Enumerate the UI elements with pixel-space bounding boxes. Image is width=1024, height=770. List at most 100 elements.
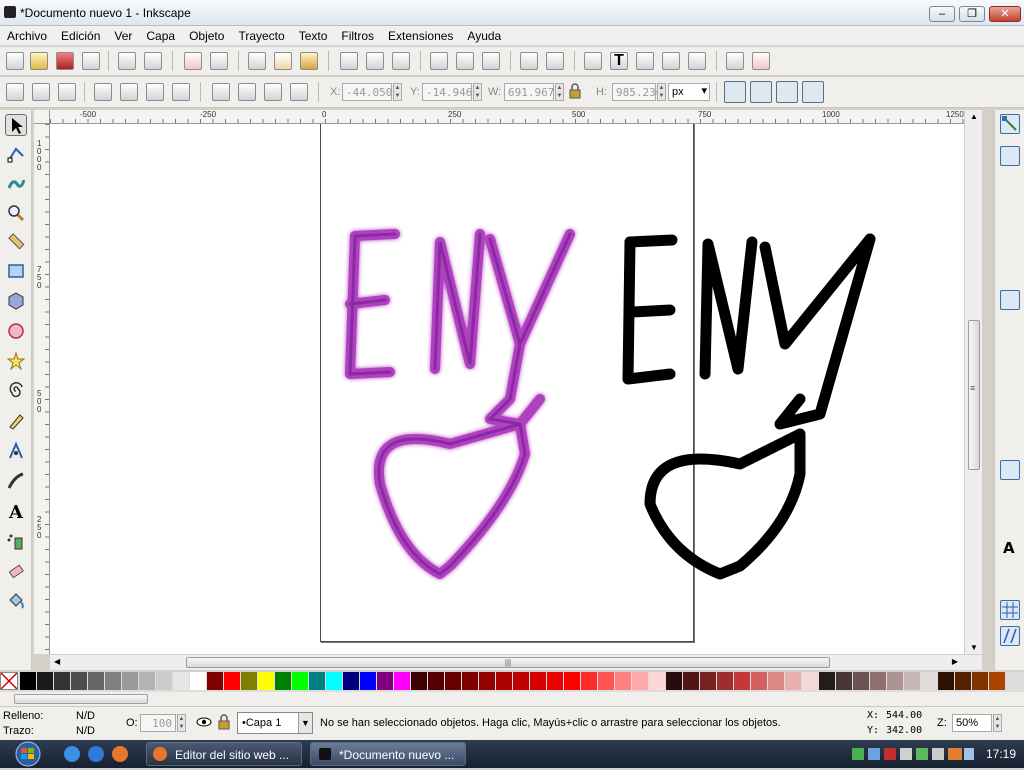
redo-icon[interactable] (210, 52, 228, 70)
close-button[interactable]: ✕ (989, 6, 1021, 22)
print-icon[interactable] (82, 52, 100, 70)
snap-text-baseline-icon[interactable] (1000, 512, 1020, 532)
no-paint-swatch[interactable] (0, 672, 18, 690)
y-spinner[interactable]: ▲ ▼ (473, 83, 482, 101)
snap-object-midpoints-icon[interactable] (1000, 460, 1020, 480)
palette-swatch[interactable] (377, 672, 393, 690)
unit-select[interactable]: px ▾ (668, 83, 710, 101)
xml-editor-icon[interactable] (662, 52, 680, 70)
snap-guides-icon[interactable] (1000, 626, 1020, 646)
palette-swatch[interactable] (802, 672, 818, 690)
palette-swatch[interactable] (105, 672, 121, 690)
menu-edicion[interactable]: Edición (54, 26, 107, 44)
palette-swatch[interactable] (207, 672, 223, 690)
flip-horizontal-icon[interactable] (146, 83, 164, 101)
palette-swatch[interactable] (309, 672, 325, 690)
palette-swatch[interactable] (598, 672, 614, 690)
taskbar-item-editor[interactable]: Editor del sitio web ... (146, 742, 302, 766)
ie-quicklaunch-2-icon[interactable] (88, 746, 104, 762)
palette-swatch[interactable] (836, 672, 852, 690)
palette-swatch[interactable] (411, 672, 427, 690)
ie-quicklaunch-icon[interactable] (64, 746, 80, 762)
horizontal-scroll-thumb[interactable]: ||| (186, 657, 830, 668)
transform-gradients-icon[interactable] (776, 81, 798, 103)
palette-swatch[interactable] (513, 672, 529, 690)
palette-swatch[interactable] (71, 672, 87, 690)
snap-line-midpoints-icon[interactable] (1000, 420, 1020, 440)
menu-capa[interactable]: Capa (139, 26, 182, 44)
transform-patterns-icon[interactable] (802, 81, 824, 103)
palette-swatch[interactable] (751, 672, 767, 690)
palette-swatch[interactable] (122, 672, 138, 690)
eraser-tool-icon[interactable] (5, 560, 27, 582)
palette-swatch[interactable] (972, 672, 988, 690)
scroll-right-icon[interactable]: ▶ (952, 657, 958, 666)
select-all-icon[interactable] (6, 83, 24, 101)
taskbar-item-inkscape[interactable]: *Documento nuevo ... (310, 742, 466, 766)
paint-bucket-tool-icon[interactable] (5, 590, 27, 612)
lock-icon[interactable] (568, 83, 586, 101)
snap-rotation-center-icon[interactable] (1000, 486, 1020, 506)
palette-swatch[interactable] (258, 672, 274, 690)
preferences-icon[interactable] (752, 52, 770, 70)
drawing-canvas[interactable] (50, 124, 964, 654)
menu-ver[interactable]: Ver (107, 26, 139, 44)
maximize-button[interactable]: ❐ (959, 6, 985, 22)
lower-icon[interactable] (264, 83, 282, 101)
palette-swatch[interactable] (445, 672, 461, 690)
raise-icon[interactable] (238, 83, 256, 101)
group-icon[interactable] (520, 52, 538, 70)
opacity-field[interactable]: 100 (140, 714, 176, 732)
star-tool-icon[interactable] (5, 350, 27, 372)
palette-swatch[interactable] (88, 672, 104, 690)
palette-swatch[interactable] (496, 672, 512, 690)
tray-update-icon[interactable] (916, 748, 928, 760)
h-field[interactable]: 985.236 (612, 83, 662, 101)
flip-vertical-icon[interactable] (172, 83, 190, 101)
layer-select[interactable]: •Capa 1 ▼ (237, 712, 313, 734)
palette-swatch[interactable] (190, 672, 206, 690)
palette-swatch[interactable] (649, 672, 665, 690)
copy-icon[interactable] (248, 52, 266, 70)
snap-page-border-icon[interactable] (1000, 574, 1020, 594)
palette-swatch[interactable] (224, 672, 240, 690)
palette-swatch[interactable] (20, 672, 36, 690)
snap-smooth-nodes-icon[interactable] (1000, 394, 1020, 414)
zoom-spinner[interactable]: ▲ ▼ (993, 714, 1002, 732)
raise-to-top-icon[interactable] (212, 83, 230, 101)
palette-swatch[interactable] (428, 672, 444, 690)
menu-trayecto[interactable]: Trayecto (231, 26, 291, 44)
snap-nodes-icon[interactable] (1000, 290, 1020, 310)
palette-swatch[interactable] (530, 672, 546, 690)
cut-icon[interactable] (274, 52, 292, 70)
spiral-tool-icon[interactable] (5, 380, 27, 402)
scale-corners-icon[interactable] (750, 81, 772, 103)
palette-swatch[interactable] (989, 672, 1005, 690)
palette-swatch[interactable] (734, 672, 750, 690)
palette-scroll-thumb[interactable] (14, 694, 148, 704)
artwork[interactable] (50, 124, 964, 654)
align-distribute-icon[interactable] (688, 52, 706, 70)
palette-swatch[interactable] (768, 672, 784, 690)
text-font-icon[interactable]: T (610, 52, 628, 70)
3d-box-tool-icon[interactable] (5, 290, 27, 312)
minimize-button[interactable]: ‒ (929, 6, 955, 22)
palette-swatch[interactable] (479, 672, 495, 690)
palette-swatch[interactable] (785, 672, 801, 690)
tray-warning-icon[interactable] (932, 748, 944, 760)
lower-to-bottom-icon[interactable] (290, 83, 308, 101)
palette-swatch[interactable] (547, 672, 563, 690)
calligraphy-tool-icon[interactable] (5, 470, 27, 492)
rectangle-tool-icon[interactable] (5, 260, 27, 282)
zoom-drawing-icon[interactable] (366, 52, 384, 70)
tray-volume-icon[interactable] (900, 748, 912, 760)
rotate-ccw-icon[interactable] (94, 83, 112, 101)
selector-tool-icon[interactable] (5, 114, 27, 136)
unlink-clone-icon[interactable] (482, 52, 500, 70)
scroll-up-icon[interactable]: ▲ (970, 112, 978, 121)
vertical-scrollbar[interactable]: ▲ ≡ ▼ (964, 110, 982, 654)
palette-swatch[interactable] (819, 672, 835, 690)
layer-lock-icon[interactable] (218, 714, 230, 733)
palette-swatch[interactable] (717, 672, 733, 690)
snap-bbox-center-icon[interactable] (1000, 250, 1020, 270)
